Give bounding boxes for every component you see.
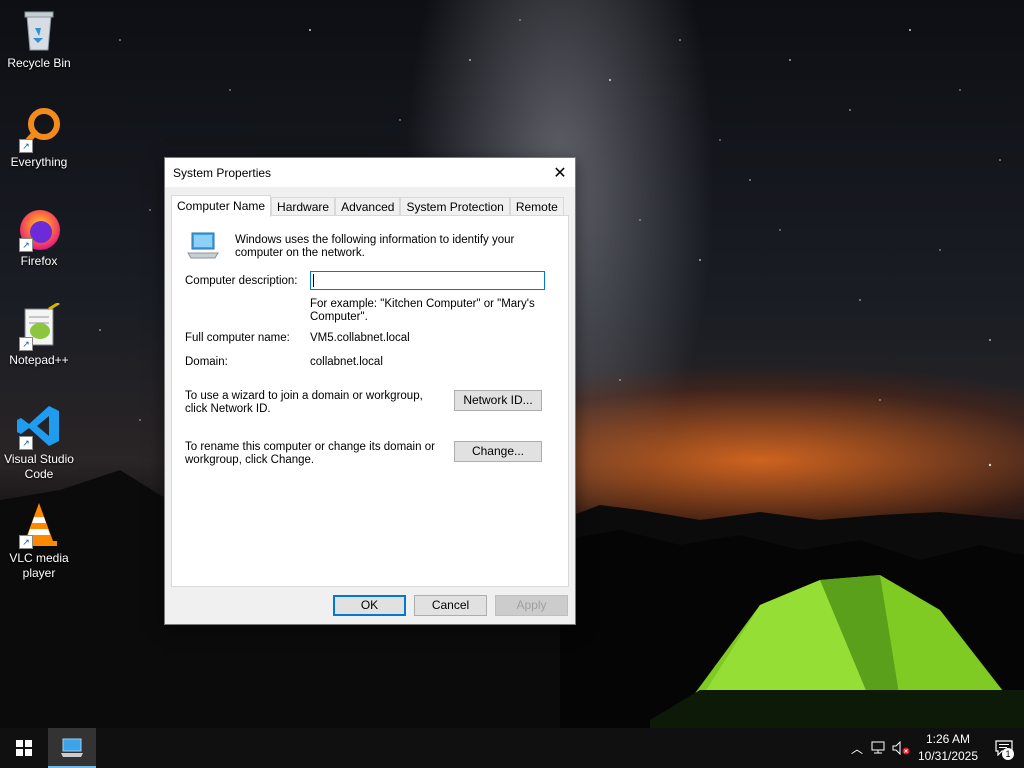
network-id-button[interactable]: Network ID... (454, 390, 542, 411)
action-center-button[interactable]: 1 (984, 728, 1024, 768)
volume-muted-icon (892, 741, 910, 755)
desktop-icon-everything[interactable]: ↗ Everything (2, 105, 76, 170)
desktop-icon-notepad-plus-plus[interactable]: ↗ Notepad++ (2, 301, 76, 368)
network-icon (871, 741, 885, 754)
desktop-icon-label: VLC media player (9, 551, 69, 580)
everything-search-icon: ↗ (15, 105, 63, 153)
desktop-icon-vlc[interactable]: ↗ VLC media player (2, 501, 76, 581)
firefox-icon: ↗ (15, 204, 63, 252)
clock-date: 10/31/2025 (917, 749, 979, 763)
tab-system-protection[interactable]: System Protection (400, 197, 510, 217)
dialog-title: System Properties (173, 166, 272, 180)
desktop-icon-label: Firefox (20, 254, 58, 268)
desktop-icon-label: Recycle Bin (7, 56, 71, 70)
shortcut-arrow-icon: ↗ (19, 436, 33, 450)
vscode-icon: ↗ (15, 402, 63, 450)
computer-description-label: Computer description: (185, 275, 298, 287)
network-id-instructions: To use a wizard to join a domain or work… (185, 390, 423, 415)
notepad-plus-plus-icon: ↗ (15, 301, 63, 351)
desktop-icon-vscode[interactable]: ↗ Visual Studio Code (2, 402, 76, 482)
taskbar: ︿ 1:26 AM 10/31/2025 1 (0, 728, 1024, 768)
example-text: For example: "Kitchen Computer" or "Mary… (310, 298, 535, 323)
show-hidden-icons-button[interactable]: ︿ (846, 728, 868, 768)
change-instructions: To rename this computer or change its do… (185, 441, 435, 466)
shortcut-arrow-icon: ↗ (19, 238, 33, 252)
info-text: Windows uses the following information t… (235, 234, 515, 259)
tab-remote[interactable]: Remote (509, 197, 564, 217)
ok-button[interactable]: OK (333, 595, 406, 616)
shortcut-arrow-icon: ↗ (19, 535, 33, 549)
clock-time: 1:26 AM (925, 732, 971, 746)
shortcut-arrow-icon: ↗ (19, 139, 33, 153)
full-computer-name-value: VM5.collabnet.local (310, 332, 410, 344)
vlc-icon: ↗ (15, 501, 63, 549)
clock[interactable]: 1:26 AM 10/31/2025 (912, 731, 984, 765)
computer-name-panel: Windows uses the following information t… (171, 215, 569, 587)
desktop-icon-label: Visual Studio Code (4, 452, 74, 481)
computer-icon (186, 231, 220, 259)
domain-value: collabnet.local (310, 356, 383, 368)
windows-logo-icon (16, 740, 32, 756)
close-button[interactable]: ✕ (545, 158, 575, 187)
tab-advanced[interactable]: Advanced (335, 197, 401, 217)
domain-label: Domain: (185, 356, 228, 368)
system-properties-icon (61, 738, 83, 757)
tab-hardware[interactable]: Hardware (271, 197, 336, 217)
desktop-icon-label: Notepad++ (9, 353, 69, 367)
taskbar-system-properties[interactable] (48, 728, 96, 768)
desktop-icon-label: Everything (10, 155, 68, 169)
change-button[interactable]: Change... (454, 441, 542, 462)
network-status-button[interactable] (868, 728, 890, 768)
notification-count-badge: 1 (1002, 748, 1014, 760)
full-computer-name-label: Full computer name: (185, 332, 290, 344)
text-caret (313, 274, 314, 287)
recycle-bin-icon (15, 6, 63, 54)
start-button[interactable] (0, 728, 48, 768)
close-icon: ✕ (553, 164, 567, 182)
shortcut-arrow-icon: ↗ (19, 337, 33, 351)
desktop-icon-firefox[interactable]: ↗ Firefox (2, 204, 76, 269)
tab-computer-name[interactable]: Computer Name (171, 195, 272, 217)
cancel-button[interactable]: Cancel (414, 595, 487, 616)
tab-strip: Computer Name Hardware Advanced System P… (171, 195, 564, 217)
system-tray: ︿ 1:26 AM 10/31/2025 1 (846, 728, 1024, 768)
system-properties-dialog: System Properties ✕ Computer Name Hardwa… (164, 157, 576, 625)
apply-button[interactable]: Apply (495, 595, 568, 616)
computer-description-input[interactable] (310, 271, 545, 290)
chevron-up-icon: ︿ (850, 741, 863, 756)
volume-button[interactable] (890, 728, 912, 768)
desktop-icon-recycle-bin[interactable]: Recycle Bin (2, 6, 76, 71)
dialog-titlebar[interactable]: System Properties ✕ (165, 158, 575, 187)
